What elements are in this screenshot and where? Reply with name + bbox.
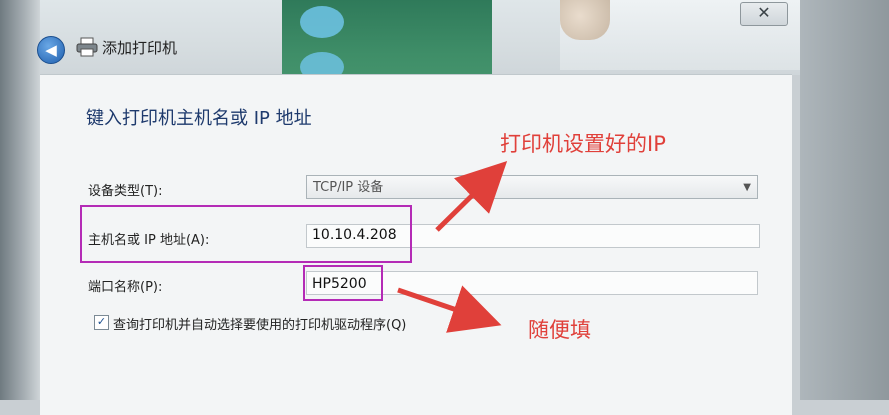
chevron-down-icon[interactable]: ▼ (743, 176, 751, 200)
back-arrow-icon[interactable]: ◀ (37, 36, 65, 64)
screen-bezel-right (800, 0, 889, 400)
page-title: 键入打印机主机名或 IP 地址 (86, 108, 312, 129)
port-annotation: 随便填 (528, 318, 591, 342)
background-finger (560, 0, 610, 40)
printer-icon (76, 37, 98, 57)
device-type-value: TCP/IP 设备 (313, 180, 384, 195)
ip-annotation: 打印机设置好的IP (500, 132, 666, 156)
device-type-label: 设备类型(T): (88, 184, 163, 199)
ip-highlight-box (80, 205, 412, 263)
close-button[interactable]: ✕ (740, 2, 788, 26)
query-checkbox-label: 查询打印机并自动选择要使用的打印机驱动程序(Q) (113, 318, 407, 333)
device-type-select[interactable]: TCP/IP 设备 ▼ (306, 175, 758, 199)
background-bubble-icon (300, 6, 344, 38)
port-label: 端口名称(P): (88, 280, 163, 295)
screen-bezel-left (0, 0, 40, 400)
port-highlight-box (303, 265, 383, 301)
checkmark-icon: ✓ (96, 315, 107, 328)
window-title: 添加打印机 (102, 39, 178, 57)
query-checkbox[interactable]: ✓ (94, 315, 109, 330)
